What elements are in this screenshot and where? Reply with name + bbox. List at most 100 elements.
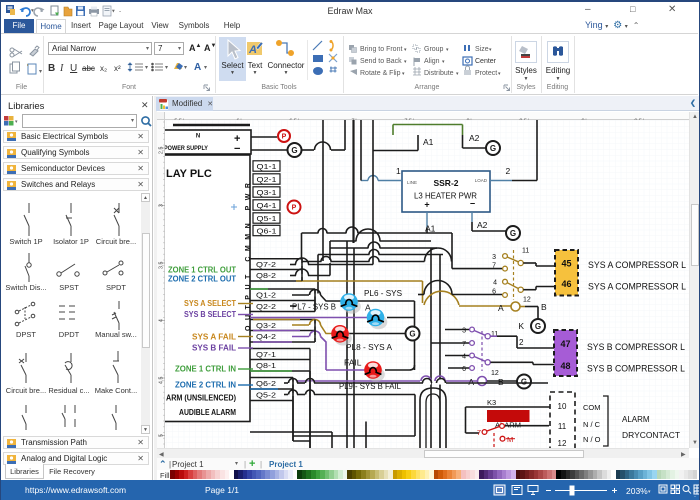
svg-text:▾: ▾	[498, 71, 501, 77]
svg-text:12: 12	[523, 297, 531, 304]
svg-text:5: 5	[159, 434, 165, 437]
svg-text:A2: A2	[477, 220, 488, 230]
svg-text:AUDIBLE ALARM: AUDIBLE ALARM	[179, 408, 236, 417]
svg-text:LINE: LINE	[407, 180, 417, 185]
svg-text:Protect: Protect	[475, 70, 497, 77]
svg-text:N: N	[196, 134, 200, 140]
svg-text:ZONE 1 CTRL OUT: ZONE 1 CTRL OUT	[168, 266, 236, 275]
svg-text:G: G	[291, 146, 297, 155]
svg-text:LOAD: LOAD	[475, 178, 488, 183]
svg-text:PL8 - SYS A: PL8 - SYS A	[346, 342, 392, 352]
svg-text:Q6-2: Q6-2	[256, 379, 276, 388]
svg-text:Isolator 1P: Isolator 1P	[53, 237, 89, 246]
svg-text:▾: ▾	[204, 65, 207, 71]
svg-text:Manual sw...: Manual sw...	[95, 330, 137, 339]
svg-text:Size: Size	[475, 46, 489, 53]
svg-text:A1: A1	[425, 224, 436, 234]
svg-text:LAY PLC: LAY PLC	[166, 168, 212, 180]
svg-text:48: 48	[560, 361, 570, 371]
svg-text:SSR-2: SSR-2	[433, 178, 458, 188]
svg-text:Circuit bre...: Circuit bre...	[6, 386, 46, 395]
svg-text:4.5: 4.5	[159, 377, 165, 385]
svg-text:Q3-2: Q3-2	[256, 321, 276, 330]
svg-text:Circuit bre...: Circuit bre...	[96, 237, 136, 246]
svg-text:SYS A SELECT: SYS A SELECT	[184, 299, 236, 308]
svg-text:K: K	[518, 321, 524, 331]
svg-text:DRYCONTACT: DRYCONTACT	[622, 431, 680, 440]
svg-text:SYS B FAIL: SYS B FAIL	[192, 344, 236, 353]
svg-text:Center: Center	[475, 58, 497, 65]
svg-text:N / C: N / C	[583, 420, 601, 429]
svg-text:4: 4	[159, 319, 165, 322]
svg-text:PL6 - SYS: PL6 - SYS	[364, 288, 402, 298]
svg-text:▾: ▾	[165, 65, 168, 71]
svg-text:A: A	[498, 303, 504, 313]
svg-text:P: P	[292, 205, 297, 212]
svg-text:K3: K3	[487, 398, 496, 407]
svg-text:Switch Dis...: Switch Dis...	[5, 283, 46, 292]
svg-text:N / O: N / O	[583, 435, 601, 444]
svg-text:Bring to Front: Bring to Front	[360, 46, 402, 53]
svg-text:Q1-2: Q1-2	[256, 291, 276, 300]
svg-text:7: 7	[462, 341, 466, 348]
svg-text:3: 3	[462, 328, 466, 335]
svg-text:POWER SUPPLY: POWER SUPPLY	[165, 146, 208, 152]
svg-text:2: 2	[506, 166, 511, 176]
svg-text:▾: ▾	[446, 47, 449, 53]
svg-text:▾: ▾	[402, 71, 405, 77]
svg-text:▾: ▾	[404, 47, 407, 53]
svg-text:Rotate & Flip: Rotate & Flip	[360, 70, 401, 77]
svg-text:3: 3	[492, 254, 496, 261]
svg-text:46: 46	[561, 279, 571, 289]
svg-text:Q2-2: Q2-2	[256, 302, 276, 311]
svg-text:▾: ▾	[648, 489, 651, 495]
svg-text:▾: ▾	[15, 119, 18, 125]
svg-text:4: 4	[493, 280, 497, 287]
svg-text:I: I	[59, 63, 64, 74]
svg-text:Q8-1: Q8-1	[256, 361, 276, 370]
svg-text:G: G	[409, 329, 415, 338]
svg-text:SYS A FAIL: SYS A FAIL	[192, 333, 236, 342]
svg-text:Distribute: Distribute	[424, 70, 454, 77]
svg-text:Q5-2: Q5-2	[256, 391, 276, 400]
svg-text:Group: Group	[424, 46, 444, 53]
svg-text:G: G	[510, 229, 516, 238]
svg-text:ZONE 2 CTRL IN: ZONE 2 CTRL IN	[175, 381, 236, 390]
svg-text:Q8-2: Q8-2	[256, 271, 276, 280]
svg-text:▾: ▾	[442, 59, 445, 65]
svg-text:Q4-1: Q4-1	[257, 201, 277, 210]
svg-text:FAIL: FAIL	[344, 358, 362, 368]
svg-text:M: M	[507, 435, 513, 444]
svg-text:B: B	[498, 377, 504, 387]
svg-text:▾: ▾	[404, 59, 407, 65]
svg-text:45: 45	[561, 259, 571, 269]
svg-text:7: 7	[477, 428, 481, 437]
svg-text:12: 12	[558, 439, 567, 448]
svg-text:▾: ▾	[112, 9, 115, 15]
svg-text:6: 6	[492, 289, 496, 296]
svg-text:Switch 1P: Switch 1P	[9, 237, 42, 246]
svg-text:+: +	[424, 200, 429, 210]
svg-text:4: 4	[462, 354, 466, 361]
svg-text:SPST: SPST	[59, 283, 79, 292]
svg-text:11: 11	[522, 248, 529, 255]
svg-text:B: B	[48, 63, 55, 74]
svg-text:SYS B COMPRESSOR L: SYS B COMPRESSOR L	[587, 342, 685, 352]
svg-text:Q3-1: Q3-1	[257, 188, 277, 197]
svg-text:G: G	[490, 144, 496, 153]
svg-text:▾: ▾	[184, 65, 187, 71]
svg-text:U: U	[70, 63, 77, 74]
svg-text:DPDT: DPDT	[59, 330, 80, 339]
svg-text:abc: abc	[82, 64, 95, 73]
svg-text:−: −	[234, 143, 240, 155]
svg-text:ZONE 1 CTRL IN: ZONE 1 CTRL IN	[175, 365, 236, 374]
svg-text:▾: ▾	[145, 65, 148, 71]
svg-text:2: 2	[519, 338, 524, 347]
svg-text:−: −	[470, 199, 475, 209]
svg-text:A: A	[468, 377, 474, 387]
svg-text:Q7-1: Q7-1	[256, 350, 276, 359]
svg-text:x₂: x₂	[100, 64, 107, 73]
svg-text:11: 11	[558, 422, 567, 431]
svg-text:ARM (UNSILENCED): ARM (UNSILENCED)	[166, 394, 236, 403]
svg-text:▾: ▾	[489, 47, 492, 53]
